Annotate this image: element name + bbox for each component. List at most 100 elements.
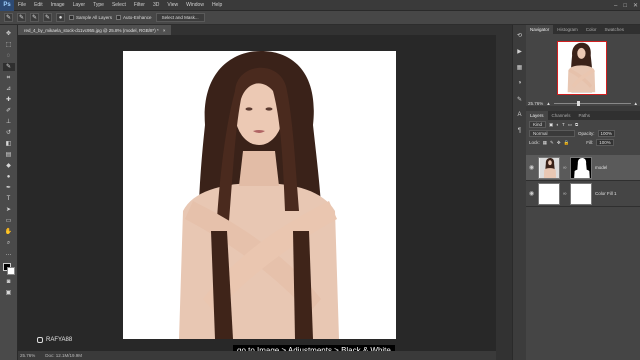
- layer-thumbnail[interactable]: [538, 182, 560, 205]
- checkbox-box[interactable]: [116, 15, 122, 20]
- zoom-tool-icon[interactable]: ⌕: [3, 239, 15, 247]
- visibility-eye-icon[interactable]: ◉: [529, 164, 535, 171]
- lock-transparent-icon[interactable]: ▦: [543, 140, 547, 146]
- layer-row-model[interactable]: ◉ ∞ model: [526, 155, 640, 181]
- history-panel-icon[interactable]: ⟲: [516, 31, 524, 39]
- sample-all-layers-checkbox[interactable]: Sample All Layers: [69, 15, 112, 20]
- color-swatches[interactable]: [2, 263, 15, 275]
- canvas-area[interactable]: [18, 35, 496, 351]
- menu-window[interactable]: Window: [182, 2, 208, 8]
- zoom-slider-handle[interactable]: [576, 100, 580, 106]
- type-tool-icon[interactable]: T: [3, 195, 15, 203]
- menu-layer[interactable]: Layer: [69, 2, 90, 8]
- new-selection-icon[interactable]: ✎: [17, 13, 26, 22]
- status-doc-info[interactable]: Doc: 12.1M/19.9M: [45, 353, 82, 358]
- tab-navigator[interactable]: Navigator: [526, 25, 554, 34]
- tab-channels[interactable]: Channels: [548, 111, 575, 120]
- path-selection-tool-icon[interactable]: ➤: [3, 206, 15, 214]
- mask-link-icon[interactable]: ∞: [563, 191, 567, 197]
- dodge-tool-icon[interactable]: ●: [3, 173, 15, 181]
- menu-edit[interactable]: Edit: [30, 2, 47, 8]
- zoom-out-icon[interactable]: ▲: [546, 101, 550, 106]
- pen-tool-icon[interactable]: ✒: [3, 184, 15, 192]
- navigator-zoom-value[interactable]: 25.76%: [528, 101, 543, 106]
- brush-panel-icon[interactable]: ✎: [516, 95, 524, 103]
- tab-layers[interactable]: Layers: [526, 111, 548, 120]
- mask-link-icon[interactable]: ∞: [563, 165, 567, 171]
- eyedropper-tool-icon[interactable]: ⊿: [3, 85, 15, 93]
- tab-color[interactable]: Color: [582, 25, 601, 34]
- menu-3d[interactable]: 3D: [149, 2, 163, 8]
- history-brush-tool-icon[interactable]: ↺: [3, 129, 15, 137]
- lock-position-icon[interactable]: ✥: [557, 140, 561, 146]
- zoom-in-icon[interactable]: ▲: [634, 101, 638, 106]
- menu-image[interactable]: Image: [47, 2, 69, 8]
- properties-panel-icon[interactable]: ▦: [516, 63, 524, 71]
- screen-mode-icon[interactable]: ▣: [3, 290, 15, 298]
- lock-all-icon[interactable]: 🔒: [564, 140, 570, 146]
- blend-mode-select[interactable]: Normal: [529, 130, 575, 137]
- filter-shape-icon[interactable]: ▭: [568, 122, 572, 128]
- layer-row-color-fill[interactable]: ◉ ∞ Color Fill 1: [526, 181, 640, 207]
- subtract-from-selection-icon[interactable]: ✎: [43, 13, 52, 22]
- quick-mask-icon[interactable]: ◙: [3, 279, 15, 287]
- adjustments-panel-icon[interactable]: ◑: [516, 79, 524, 87]
- status-zoom[interactable]: 25.76%: [20, 353, 35, 358]
- kind-filter-select[interactable]: Kind: [529, 121, 547, 128]
- more-tools-icon[interactable]: …: [3, 250, 15, 258]
- menu-view[interactable]: View: [163, 2, 182, 8]
- brush-size-icon[interactable]: ●: [56, 13, 65, 22]
- tab-paths[interactable]: Paths: [575, 111, 595, 120]
- layer-thumbnail[interactable]: [538, 156, 560, 179]
- tab-histogram[interactable]: Histogram: [553, 25, 582, 34]
- maximize-icon[interactable]: □: [623, 3, 627, 9]
- layer-mask-thumbnail[interactable]: [570, 156, 592, 179]
- filter-adjustment-icon[interactable]: ◐: [556, 122, 559, 127]
- actions-panel-icon[interactable]: ▶: [516, 47, 524, 55]
- close-icon[interactable]: ✕: [633, 2, 638, 9]
- lasso-tool-icon[interactable]: ◌: [3, 52, 15, 60]
- paragraph-panel-icon[interactable]: ¶: [516, 127, 524, 135]
- fill-input[interactable]: 100%: [596, 139, 614, 146]
- shape-tool-icon[interactable]: ▭: [3, 217, 15, 225]
- background-color[interactable]: [6, 267, 15, 275]
- blur-tool-icon[interactable]: ◆: [3, 162, 15, 170]
- document-tab[interactable]: red_4_by_mikaela_stock-d11vc955.jpg @ 25…: [18, 25, 172, 35]
- menu-filter[interactable]: Filter: [130, 2, 149, 8]
- menu-file[interactable]: File: [14, 2, 30, 8]
- move-tool-icon[interactable]: ✥: [3, 30, 15, 38]
- hand-tool-icon[interactable]: ✋: [3, 228, 15, 236]
- navigator-thumbnail[interactable]: [557, 41, 607, 95]
- filter-type-icon[interactable]: T: [562, 122, 565, 127]
- eraser-tool-icon[interactable]: ◧: [3, 140, 15, 148]
- zoom-slider[interactable]: [553, 100, 631, 106]
- layer-mask-thumbnail[interactable]: [570, 182, 592, 205]
- brush-tool-icon[interactable]: ✐: [3, 107, 15, 115]
- tab-swatches[interactable]: Swatches: [601, 25, 629, 34]
- select-and-mask-button[interactable]: Select and Mask...: [155, 13, 205, 22]
- add-to-selection-icon[interactable]: ✎: [30, 13, 39, 22]
- minimize-icon[interactable]: –: [614, 3, 617, 9]
- quick-selection-tool-icon[interactable]: ✎: [2, 63, 15, 71]
- menu-select[interactable]: Select: [108, 2, 130, 8]
- visibility-eye-icon[interactable]: ◉: [529, 190, 535, 197]
- layer-name[interactable]: Color Fill 1: [595, 191, 617, 196]
- filter-smart-object-icon[interactable]: ⧉: [575, 122, 578, 127]
- marquee-tool-icon[interactable]: ⬚: [3, 41, 15, 49]
- healing-brush-tool-icon[interactable]: ✚: [3, 96, 15, 104]
- clone-stamp-tool-icon[interactable]: ⊥: [3, 118, 15, 126]
- auto-enhance-checkbox[interactable]: Auto-Enhance: [116, 15, 152, 20]
- character-panel-icon[interactable]: A: [516, 111, 524, 119]
- menu-type[interactable]: Type: [89, 2, 108, 8]
- quick-selection-tool-preset-icon[interactable]: ✎: [4, 13, 13, 22]
- crop-tool-icon[interactable]: ⌗: [3, 74, 15, 82]
- checkbox-box[interactable]: [69, 15, 74, 20]
- document-canvas[interactable]: [123, 51, 396, 339]
- filter-pixel-icon[interactable]: ▣: [549, 122, 553, 128]
- layer-name[interactable]: model: [595, 165, 607, 170]
- gradient-tool-icon[interactable]: ▤: [3, 151, 15, 159]
- menu-help[interactable]: Help: [208, 2, 226, 8]
- opacity-input[interactable]: 100%: [597, 130, 616, 137]
- lock-image-icon[interactable]: ✎: [550, 140, 554, 146]
- close-tab-icon[interactable]: ×: [163, 28, 166, 33]
